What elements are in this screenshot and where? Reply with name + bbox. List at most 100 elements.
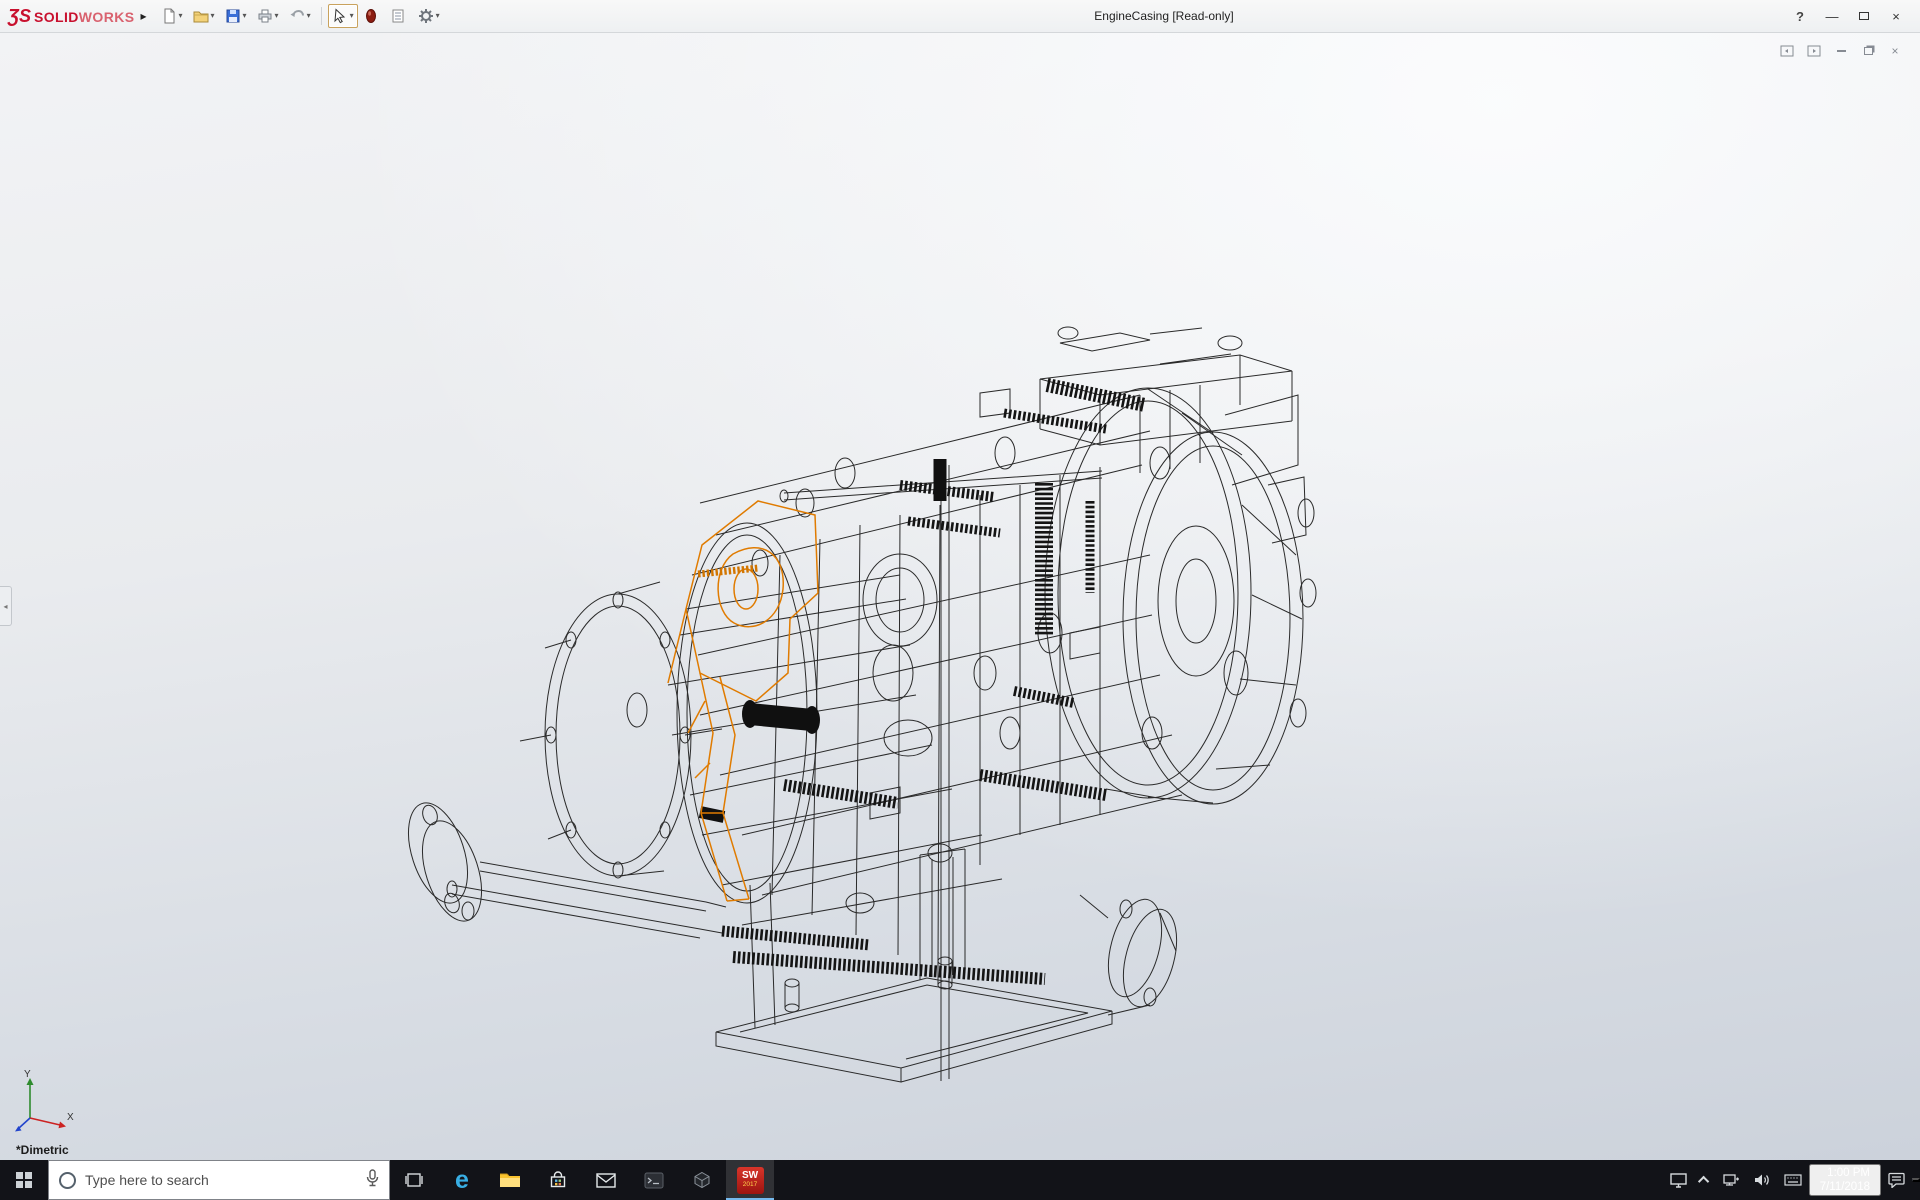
solidworks-app-label: SW bbox=[742, 1171, 758, 1181]
solidworks-app-year: 2017 bbox=[743, 1182, 757, 1189]
system-tray: 1:00 PM 7/11/2018 bbox=[1663, 1160, 1920, 1200]
task-view-button[interactable] bbox=[390, 1160, 438, 1200]
new-document-button[interactable]: ▾ bbox=[157, 4, 187, 28]
pane-right-icon[interactable] bbox=[1805, 43, 1823, 58]
restore-icon bbox=[1864, 47, 1873, 55]
maximize-button[interactable] bbox=[1848, 3, 1880, 29]
solidworks-titlebar: ƷS SOLID WORKS ▸ ▾ ▾ ▾ bbox=[0, 0, 1920, 33]
x-axis-label: X bbox=[67, 1112, 74, 1123]
document-restore-button[interactable] bbox=[1859, 43, 1877, 58]
toolbar-separator bbox=[321, 7, 322, 25]
hidden-icons-button[interactable] bbox=[1694, 1160, 1716, 1200]
network-tray-button[interactable] bbox=[1716, 1160, 1747, 1200]
dropdown-caret[interactable]: ▾ bbox=[436, 12, 440, 20]
close-button[interactable]: × bbox=[1880, 3, 1912, 29]
display-tray-button[interactable] bbox=[1663, 1160, 1694, 1200]
undo-icon bbox=[289, 8, 305, 24]
open-button[interactable]: ▾ bbox=[189, 4, 219, 28]
appearance-bead-icon bbox=[364, 8, 378, 24]
graphics-viewport[interactable]: × ◂ bbox=[0, 33, 1920, 1160]
document-window-controls: × bbox=[1778, 43, 1904, 58]
minimize-icon bbox=[1837, 50, 1846, 52]
new-document-icon bbox=[161, 8, 177, 24]
print-icon bbox=[257, 8, 273, 24]
solidworks-taskbar-button[interactable]: SW 2017 bbox=[726, 1160, 774, 1200]
mail-icon bbox=[596, 1173, 616, 1188]
show-desktop-button[interactable] bbox=[1912, 1178, 1920, 1182]
volume-tray-button[interactable] bbox=[1747, 1160, 1777, 1200]
clock-date: 7/11/2018 bbox=[1820, 1180, 1870, 1194]
edge-browser-button[interactable]: e bbox=[438, 1160, 486, 1200]
network-icon bbox=[1723, 1173, 1740, 1187]
viewer-app-button[interactable] bbox=[678, 1160, 726, 1200]
dropdown-caret[interactable]: ▾ bbox=[211, 12, 215, 20]
touch-keyboard-button[interactable] bbox=[1777, 1160, 1809, 1200]
microsoft-store-icon bbox=[549, 1171, 567, 1189]
window-controls: ? — × bbox=[1784, 3, 1912, 29]
print-button[interactable]: ▾ bbox=[253, 4, 283, 28]
dropdown-caret[interactable]: ▾ bbox=[275, 12, 279, 20]
save-button[interactable]: ▾ bbox=[221, 4, 251, 28]
dropdown-caret[interactable]: ▾ bbox=[350, 12, 354, 20]
open-folder-icon bbox=[193, 8, 209, 24]
document-list-icon bbox=[390, 8, 406, 24]
document-title: EngineCasing [Read-only] bbox=[1094, 9, 1233, 23]
wireframe-geometry bbox=[397, 327, 1316, 1082]
cortana-circle-icon bbox=[59, 1172, 76, 1189]
orientation-triad: Y X bbox=[12, 1068, 76, 1136]
desktop-screen: ƷS SOLID WORKS ▸ ▾ ▾ ▾ bbox=[0, 0, 1920, 1200]
solidworks-app-icon: SW 2017 bbox=[737, 1167, 764, 1194]
options-gear-icon bbox=[418, 8, 434, 24]
terminal-icon bbox=[644, 1172, 664, 1189]
action-center-icon bbox=[1888, 1172, 1905, 1188]
x-axis-arrow bbox=[59, 1122, 67, 1129]
feature-manager-collapsed-tab[interactable]: ◂ bbox=[0, 586, 12, 626]
select-cursor-icon bbox=[332, 8, 348, 24]
taskbar-clock[interactable]: 1:00 PM 7/11/2018 bbox=[1809, 1164, 1881, 1196]
options-button[interactable]: ▾ bbox=[414, 4, 444, 28]
keyboard-icon bbox=[1784, 1174, 1802, 1186]
solid-pins bbox=[700, 459, 940, 817]
document-minimize-button[interactable] bbox=[1832, 43, 1850, 58]
start-button[interactable] bbox=[0, 1160, 48, 1200]
dropdown-caret[interactable]: ▾ bbox=[307, 12, 311, 20]
action-center-button[interactable] bbox=[1881, 1160, 1912, 1200]
edge-browser-icon: e bbox=[455, 1168, 469, 1193]
quick-access-toolbar: ▾ ▾ ▾ ▾ bbox=[157, 4, 444, 28]
pane-left-icon[interactable] bbox=[1778, 43, 1796, 58]
cube-app-icon bbox=[693, 1171, 711, 1189]
highlighted-component[interactable] bbox=[668, 501, 818, 901]
dropdown-caret[interactable]: ▾ bbox=[243, 12, 247, 20]
help-button[interactable]: ? bbox=[1784, 3, 1816, 29]
y-axis-label: Y bbox=[24, 1069, 31, 1080]
file-explorer-button[interactable] bbox=[486, 1160, 534, 1200]
hidden-icons-chevron-icon bbox=[1698, 1176, 1709, 1187]
undo-button[interactable]: ▾ bbox=[285, 4, 315, 28]
design-binder-button[interactable] bbox=[386, 4, 412, 28]
maximize-icon bbox=[1859, 12, 1869, 20]
microphone-icon[interactable] bbox=[366, 1169, 379, 1192]
taskbar-search[interactable]: Type here to search bbox=[48, 1160, 390, 1200]
clock-time: 1:00 PM bbox=[1820, 1166, 1870, 1180]
dropdown-caret[interactable]: ▾ bbox=[179, 12, 183, 20]
document-close-button[interactable]: × bbox=[1886, 43, 1904, 58]
menu-expand-button[interactable]: ▸ bbox=[140, 9, 146, 23]
mail-button[interactable] bbox=[582, 1160, 630, 1200]
volume-icon bbox=[1754, 1173, 1770, 1187]
minimize-button[interactable]: — bbox=[1816, 3, 1848, 29]
terminal-button[interactable] bbox=[630, 1160, 678, 1200]
store-button[interactable] bbox=[534, 1160, 582, 1200]
windows-start-icon bbox=[16, 1172, 32, 1188]
search-placeholder: Type here to search bbox=[85, 1172, 357, 1188]
file-explorer-icon bbox=[499, 1171, 521, 1189]
ds-logo-mark: ƷS bbox=[8, 6, 31, 27]
brand-solid: SOLID bbox=[34, 9, 79, 25]
display-icon bbox=[1670, 1173, 1687, 1188]
select-tool-button[interactable]: ▾ bbox=[328, 4, 358, 28]
save-icon bbox=[225, 8, 241, 24]
windows-taskbar: Type here to search e SW bbox=[0, 1160, 1920, 1200]
appearance-button[interactable] bbox=[360, 4, 384, 28]
view-orientation-label: *Dimetric bbox=[16, 1143, 69, 1157]
engine-casing-wireframe-model[interactable] bbox=[0, 33, 1920, 1160]
brand-works: WORKS bbox=[79, 9, 135, 25]
